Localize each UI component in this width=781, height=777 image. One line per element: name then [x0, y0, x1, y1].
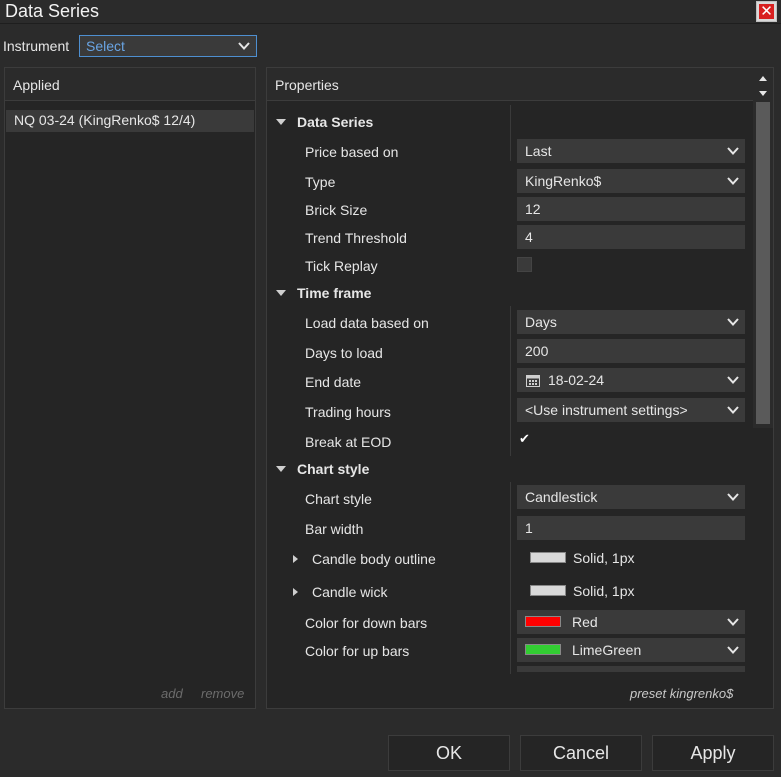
chart-style-select[interactable]: Candlestick — [517, 485, 745, 509]
chevron-down-icon — [727, 145, 739, 157]
bar-width-value: 1 — [525, 520, 533, 536]
color-down-bars-select[interactable]: Red — [517, 610, 745, 634]
color-up-bars-swatch — [525, 644, 561, 655]
chevron-down-icon — [727, 644, 739, 656]
color-up-bars-value: LimeGreen — [572, 642, 642, 658]
properties-header: Properties — [267, 68, 753, 101]
title-bar: Data Series ✕ — [0, 0, 781, 24]
load-data-based-on-value: Days — [525, 314, 557, 330]
category-chart-style[interactable]: Chart style — [297, 461, 369, 477]
trend-threshold-label: Trend Threshold — [305, 230, 407, 246]
brick-size-value: 12 — [525, 201, 541, 217]
color-down-bars-label: Color for down bars — [305, 615, 428, 631]
trend-threshold-value: 4 — [525, 229, 533, 245]
end-date-label: End date — [305, 374, 362, 390]
days-to-load-label: Days to load — [305, 345, 383, 361]
trading-hours-select[interactable]: <Use instrument settings> — [517, 398, 745, 422]
close-icon: ✕ — [759, 3, 774, 20]
end-date-value: 18-02-24 — [548, 372, 605, 388]
chart-style-value: Candlestick — [525, 489, 598, 505]
bar-width-input[interactable]: 1 — [517, 516, 745, 540]
price-based-on-value: Last — [525, 143, 552, 159]
applied-header: Applied — [5, 68, 255, 101]
cancel-button[interactable]: Cancel — [520, 735, 642, 771]
candle-wick-value[interactable]: Solid, 1px — [573, 583, 634, 599]
scroll-down-icon[interactable] — [757, 86, 769, 98]
chevron-down-icon — [727, 491, 739, 503]
instrument-label: Instrument — [3, 38, 70, 54]
calendar-icon[interactable] — [526, 374, 540, 392]
brick-size-label: Brick Size — [305, 202, 368, 218]
color-down-bars-swatch — [525, 616, 561, 627]
candle-body-outline-label: Candle body outline — [312, 551, 436, 567]
remove-link[interactable]: remove — [201, 686, 244, 701]
chevron-down-icon — [727, 175, 739, 187]
break-at-eod-label: Break at EOD — [305, 434, 392, 450]
add-link[interactable]: add — [161, 686, 183, 701]
column-divider — [510, 105, 511, 161]
apply-button[interactable]: Apply — [652, 735, 774, 771]
scroll-up-icon[interactable] — [757, 72, 769, 84]
chevron-down-icon — [727, 404, 739, 416]
window-title: Data Series — [5, 1, 100, 21]
candle-body-outline-value[interactable]: Solid, 1px — [573, 550, 634, 566]
days-to-load-value: 200 — [525, 343, 549, 359]
expand-triangle-icon[interactable] — [293, 555, 298, 563]
collapse-triangle-icon[interactable] — [276, 290, 286, 296]
properties-panel: Properties Data Series Price based on La… — [266, 67, 774, 709]
type-select[interactable]: KingRenko$ — [517, 169, 745, 193]
expand-triangle-icon[interactable] — [293, 588, 298, 596]
chevron-down-icon — [727, 616, 739, 628]
end-date-picker[interactable]: 18-02-24 — [517, 368, 745, 392]
break-at-eod-checkbox[interactable]: ✔ — [519, 431, 530, 447]
candle-body-outline-swatch[interactable] — [530, 552, 566, 563]
collapse-triangle-icon[interactable] — [276, 466, 286, 472]
load-data-based-on-select[interactable]: Days — [517, 310, 745, 334]
category-time-frame[interactable]: Time frame — [297, 285, 371, 301]
tick-replay-label: Tick Replay — [305, 258, 378, 274]
color-down-bars-value: Red — [572, 614, 598, 630]
scroll-thumb[interactable] — [756, 102, 770, 424]
brick-size-input[interactable]: 12 — [517, 197, 745, 221]
load-data-based-on-label: Load data based on — [305, 315, 429, 331]
column-divider — [510, 482, 511, 674]
color-up-bars-select[interactable]: LimeGreen — [517, 638, 745, 662]
category-data-series[interactable]: Data Series — [297, 114, 373, 130]
price-based-on-select[interactable]: Last — [517, 139, 745, 163]
applied-panel: Applied NQ 03-24 (KingRenko$ 12/4) add r… — [4, 67, 256, 709]
column-divider — [510, 306, 511, 456]
tick-replay-checkbox[interactable] — [517, 257, 532, 272]
color-up-bars-label: Color for up bars — [305, 643, 410, 659]
trading-hours-label: Trading hours — [305, 404, 391, 420]
chevron-down-icon — [238, 40, 250, 52]
scrollbar[interactable] — [753, 68, 773, 428]
days-to-load-input[interactable]: 200 — [517, 339, 745, 363]
instrument-value: Select — [86, 38, 125, 54]
candle-wick-swatch[interactable] — [530, 585, 566, 596]
instrument-select[interactable]: Select — [79, 35, 257, 57]
close-button[interactable]: ✕ — [756, 1, 777, 22]
collapse-triangle-icon[interactable] — [276, 119, 286, 125]
preset-label[interactable]: preset kingrenko$ — [630, 686, 733, 701]
partially-visible-row — [517, 666, 745, 672]
trading-hours-value: <Use instrument settings> — [525, 402, 688, 418]
candle-wick-label: Candle wick — [312, 584, 388, 600]
ok-button[interactable]: OK — [388, 735, 510, 771]
trend-threshold-input[interactable]: 4 — [517, 225, 745, 249]
type-value: KingRenko$ — [525, 173, 602, 189]
type-label: Type — [305, 174, 336, 190]
chevron-down-icon — [727, 374, 739, 386]
chevron-down-icon — [727, 316, 739, 328]
chart-style-label: Chart style — [305, 491, 372, 507]
bar-width-label: Bar width — [305, 521, 364, 537]
price-based-on-label: Price based on — [305, 144, 399, 160]
applied-item[interactable]: NQ 03-24 (KingRenko$ 12/4) — [6, 110, 254, 132]
